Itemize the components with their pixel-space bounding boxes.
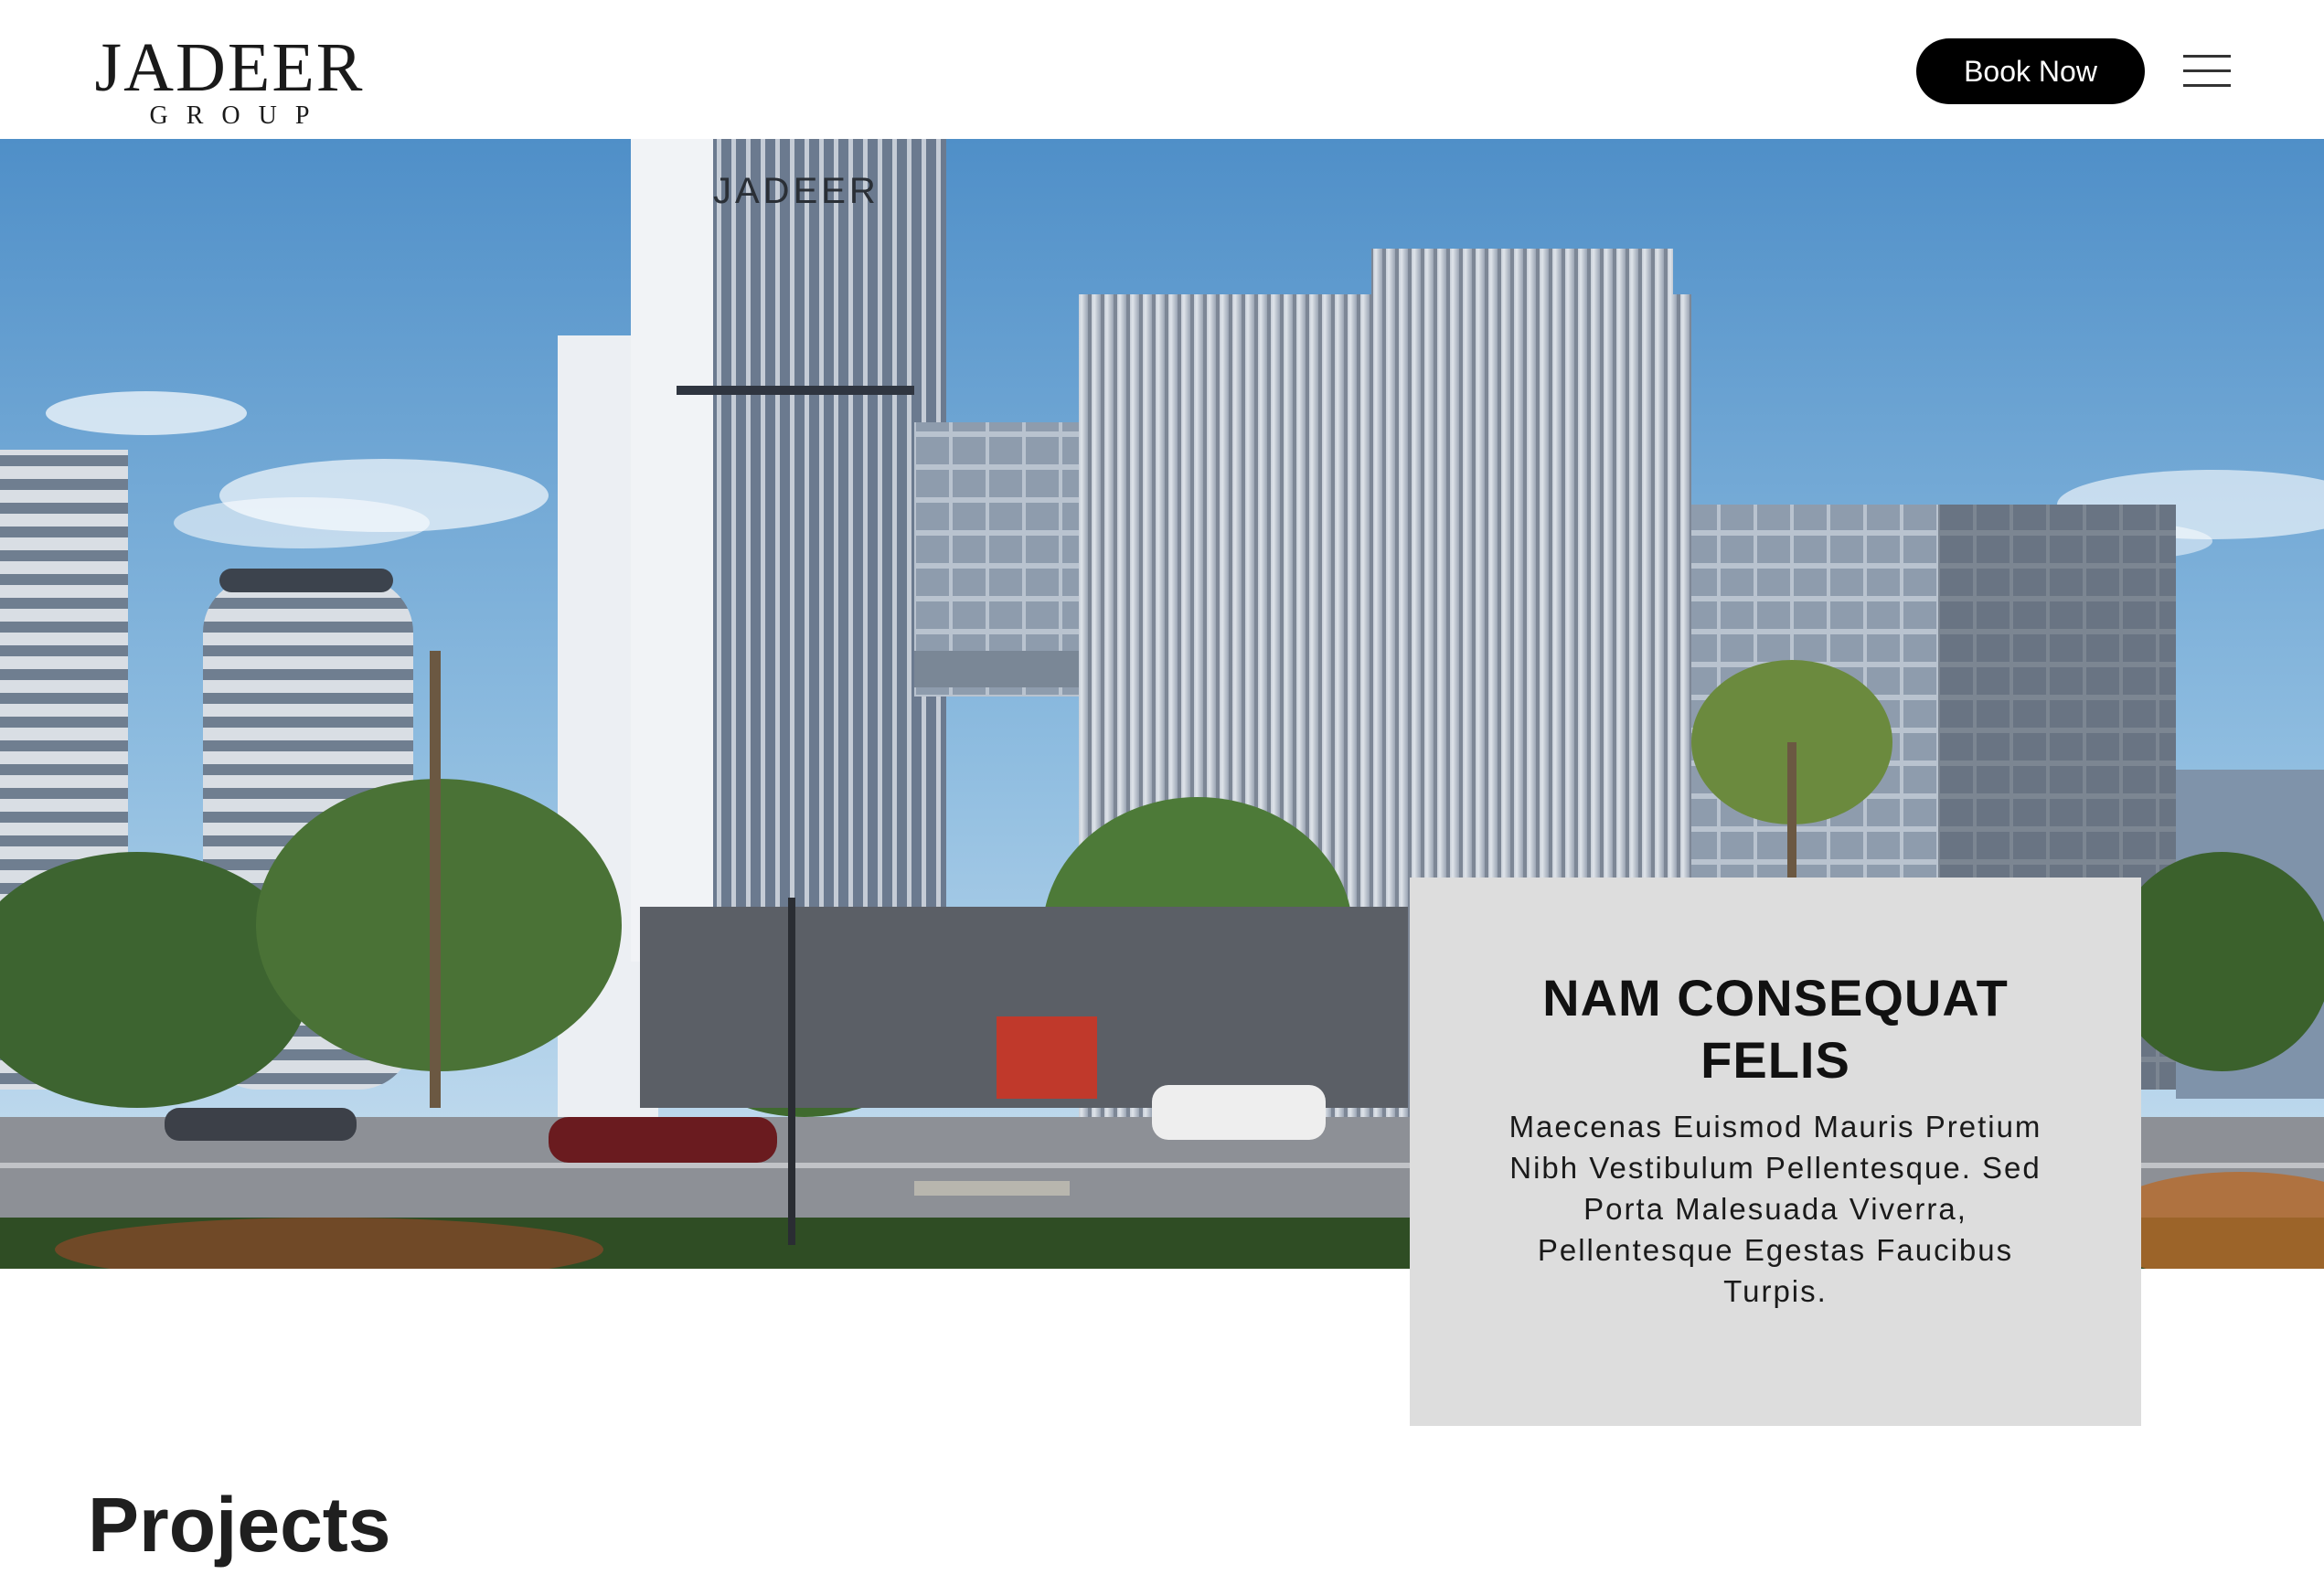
page: JADEER GROUP Book Now JADEER NAM CONSEQU… <box>0 0 2324 1585</box>
menu-line <box>2183 55 2231 58</box>
site-header: JADEER GROUP Book Now <box>0 0 2324 139</box>
menu-line <box>2183 69 2231 72</box>
logo-wordmark: JADEER <box>94 29 365 106</box>
logo-subtitle: GROUP <box>149 101 328 130</box>
hero-info-card: NAM CONSEQUAT FELIS Maecenas Euismod Mau… <box>1410 878 2141 1426</box>
menu-line <box>2183 84 2231 87</box>
book-now-button[interactable]: Book Now <box>1916 38 2145 104</box>
svg-text:JADEER: JADEER <box>713 171 879 211</box>
jadeer-logo[interactable]: JADEER GROUP <box>88 33 371 133</box>
projects-heading: Projects <box>88 1482 391 1568</box>
card-title: NAM CONSEQUAT FELIS <box>1542 969 2009 1089</box>
card-description: Maecenas Euismod Mauris Pretium Nibh Ves… <box>1508 1110 2042 1308</box>
hamburger-menu-icon[interactable] <box>2180 51 2234 91</box>
